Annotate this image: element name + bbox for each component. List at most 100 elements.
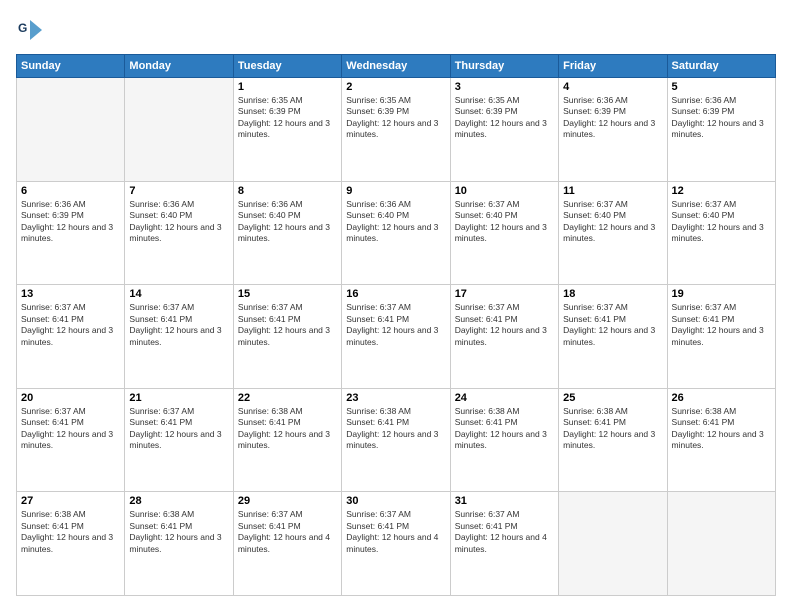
cell-info: Sunrise: 6:37 AMSunset: 6:41 PMDaylight:… xyxy=(563,302,662,348)
day-number: 6 xyxy=(21,185,120,197)
cell-info: Sunrise: 6:37 AMSunset: 6:41 PMDaylight:… xyxy=(346,302,445,348)
day-number: 18 xyxy=(563,288,662,300)
calendar-cell: 20 Sunrise: 6:37 AMSunset: 6:41 PMDayligh… xyxy=(17,388,125,492)
day-number: 10 xyxy=(455,185,554,197)
calendar-cell: 27 Sunrise: 6:38 AMSunset: 6:41 PMDayligh… xyxy=(17,492,125,596)
cell-info: Sunrise: 6:35 AMSunset: 6:39 PMDaylight:… xyxy=(346,95,445,141)
day-number: 16 xyxy=(346,288,445,300)
cell-info: Sunrise: 6:38 AMSunset: 6:41 PMDaylight:… xyxy=(21,509,120,555)
calendar-cell: 25 Sunrise: 6:38 AMSunset: 6:41 PMDayligh… xyxy=(559,388,667,492)
day-number: 23 xyxy=(346,392,445,404)
day-number: 25 xyxy=(563,392,662,404)
calendar-header-row: SundayMondayTuesdayWednesdayThursdayFrid… xyxy=(17,55,776,78)
column-header-wednesday: Wednesday xyxy=(342,55,450,78)
column-header-monday: Monday xyxy=(125,55,233,78)
calendar-cell xyxy=(559,492,667,596)
day-number: 26 xyxy=(672,392,771,404)
day-number: 4 xyxy=(563,81,662,93)
calendar-cell: 11 Sunrise: 6:37 AMSunset: 6:40 PMDayligh… xyxy=(559,181,667,285)
cell-info: Sunrise: 6:36 AMSunset: 6:40 PMDaylight:… xyxy=(346,199,445,245)
cell-info: Sunrise: 6:37 AMSunset: 6:41 PMDaylight:… xyxy=(129,406,228,452)
calendar-cell: 22 Sunrise: 6:38 AMSunset: 6:41 PMDayligh… xyxy=(233,388,341,492)
calendar-cell xyxy=(667,492,775,596)
day-number: 30 xyxy=(346,495,445,507)
cell-info: Sunrise: 6:38 AMSunset: 6:41 PMDaylight:… xyxy=(563,406,662,452)
day-number: 27 xyxy=(21,495,120,507)
day-number: 15 xyxy=(238,288,337,300)
cell-info: Sunrise: 6:37 AMSunset: 6:41 PMDaylight:… xyxy=(346,509,445,555)
cell-info: Sunrise: 6:37 AMSunset: 6:41 PMDaylight:… xyxy=(455,509,554,555)
day-number: 13 xyxy=(21,288,120,300)
calendar-cell: 24 Sunrise: 6:38 AMSunset: 6:41 PMDayligh… xyxy=(450,388,558,492)
calendar-cell: 31 Sunrise: 6:37 AMSunset: 6:41 PMDayligh… xyxy=(450,492,558,596)
cell-info: Sunrise: 6:37 AMSunset: 6:41 PMDaylight:… xyxy=(129,302,228,348)
svg-text:G: G xyxy=(18,21,27,35)
calendar-cell: 13 Sunrise: 6:37 AMSunset: 6:41 PMDayligh… xyxy=(17,285,125,389)
day-number: 7 xyxy=(129,185,228,197)
cell-info: Sunrise: 6:37 AMSunset: 6:41 PMDaylight:… xyxy=(672,302,771,348)
column-header-friday: Friday xyxy=(559,55,667,78)
calendar-cell: 18 Sunrise: 6:37 AMSunset: 6:41 PMDayligh… xyxy=(559,285,667,389)
logo-icon: G xyxy=(16,16,44,44)
calendar-cell: 17 Sunrise: 6:37 AMSunset: 6:41 PMDayligh… xyxy=(450,285,558,389)
calendar-week-1: 1 Sunrise: 6:35 AMSunset: 6:39 PMDaylight… xyxy=(17,78,776,182)
day-number: 17 xyxy=(455,288,554,300)
cell-info: Sunrise: 6:36 AMSunset: 6:39 PMDaylight:… xyxy=(672,95,771,141)
cell-info: Sunrise: 6:38 AMSunset: 6:41 PMDaylight:… xyxy=(672,406,771,452)
day-number: 5 xyxy=(672,81,771,93)
day-number: 8 xyxy=(238,185,337,197)
column-header-tuesday: Tuesday xyxy=(233,55,341,78)
day-number: 22 xyxy=(238,392,337,404)
column-header-sunday: Sunday xyxy=(17,55,125,78)
calendar-cell: 1Sunrise: 6:35 AMSunset: 6:39 PMDaylight… xyxy=(233,78,341,182)
cell-info: Sunrise: 6:37 AMSunset: 6:40 PMDaylight:… xyxy=(672,199,771,245)
day-number: 20 xyxy=(21,392,120,404)
calendar-week-2: 6Sunrise: 6:36 AMSunset: 6:39 PMDaylight… xyxy=(17,181,776,285)
day-number: 24 xyxy=(455,392,554,404)
cell-info: Sunrise: 6:37 AMSunset: 6:41 PMDaylight:… xyxy=(21,406,120,452)
calendar-cell: 16 Sunrise: 6:37 AMSunset: 6:41 PMDayligh… xyxy=(342,285,450,389)
column-header-thursday: Thursday xyxy=(450,55,558,78)
calendar-cell: 26 Sunrise: 6:38 AMSunset: 6:41 PMDayligh… xyxy=(667,388,775,492)
cell-info: Sunrise: 6:37 AMSunset: 6:41 PMDaylight:… xyxy=(238,509,337,555)
day-number: 31 xyxy=(455,495,554,507)
calendar-cell: 5 Sunrise: 6:36 AMSunset: 6:39 PMDaylight… xyxy=(667,78,775,182)
cell-info: Sunrise: 6:37 AMSunset: 6:41 PMDaylight:… xyxy=(455,302,554,348)
page: G SundayMondayTuesdayWednesdayThursdayFr… xyxy=(0,0,792,612)
calendar-cell: 4 Sunrise: 6:36 AMSunset: 6:39 PMDaylight… xyxy=(559,78,667,182)
calendar-cell: 21 Sunrise: 6:37 AMSunset: 6:41 PMDayligh… xyxy=(125,388,233,492)
day-number: 21 xyxy=(129,392,228,404)
calendar-cell: 14Sunrise: 6:37 AMSunset: 6:41 PMDayligh… xyxy=(125,285,233,389)
cell-info: Sunrise: 6:38 AMSunset: 6:41 PMDaylight:… xyxy=(455,406,554,452)
calendar-cell: 28 Sunrise: 6:38 AMSunset: 6:41 PMDayligh… xyxy=(125,492,233,596)
day-number: 3 xyxy=(455,81,554,93)
calendar-cell: 3 Sunrise: 6:35 AMSunset: 6:39 PMDaylight… xyxy=(450,78,558,182)
calendar-cell: 10 Sunrise: 6:37 AMSunset: 6:40 PMDayligh… xyxy=(450,181,558,285)
cell-info: Sunrise: 6:37 AMSunset: 6:41 PMDaylight:… xyxy=(238,302,337,348)
cell-info: Sunrise: 6:38 AMSunset: 6:41 PMDaylight:… xyxy=(346,406,445,452)
calendar-cell: 12Sunrise: 6:37 AMSunset: 6:40 PMDayligh… xyxy=(667,181,775,285)
column-header-saturday: Saturday xyxy=(667,55,775,78)
cell-info: Sunrise: 6:38 AMSunset: 6:41 PMDaylight:… xyxy=(238,406,337,452)
cell-info: Sunrise: 6:37 AMSunset: 6:40 PMDaylight:… xyxy=(455,199,554,245)
cell-info: Sunrise: 6:36 AMSunset: 6:39 PMDaylight:… xyxy=(563,95,662,141)
calendar-cell: 19 Sunrise: 6:37 AMSunset: 6:41 PMDayligh… xyxy=(667,285,775,389)
calendar-cell: 8 Sunrise: 6:36 AMSunset: 6:40 PMDaylight… xyxy=(233,181,341,285)
day-number: 2 xyxy=(346,81,445,93)
calendar-table: SundayMondayTuesdayWednesdayThursdayFrid… xyxy=(16,54,776,596)
calendar-week-4: 20 Sunrise: 6:37 AMSunset: 6:41 PMDayligh… xyxy=(17,388,776,492)
cell-info: Sunrise: 6:37 AMSunset: 6:40 PMDaylight:… xyxy=(563,199,662,245)
cell-info: Sunrise: 6:35 AMSunset: 6:39 PMDaylight:… xyxy=(455,95,554,141)
calendar-cell xyxy=(125,78,233,182)
day-number: 11 xyxy=(563,185,662,197)
calendar-cell: 2 Sunrise: 6:35 AMSunset: 6:39 PMDaylight… xyxy=(342,78,450,182)
day-number: 1 xyxy=(238,81,337,93)
calendar-week-3: 13 Sunrise: 6:37 AMSunset: 6:41 PMDayligh… xyxy=(17,285,776,389)
cell-info: Sunrise: 6:36 AMSunset: 6:40 PMDaylight:… xyxy=(238,199,337,245)
cell-info: Sunrise: 6:38 AMSunset: 6:41 PMDaylight:… xyxy=(129,509,228,555)
day-number: 19 xyxy=(672,288,771,300)
calendar-cell: 23 Sunrise: 6:38 AMSunset: 6:41 PMDayligh… xyxy=(342,388,450,492)
calendar-cell: 30 Sunrise: 6:37 AMSunset: 6:41 PMDayligh… xyxy=(342,492,450,596)
cell-info: Sunrise: 6:37 AMSunset: 6:41 PMDaylight:… xyxy=(21,302,120,348)
day-number: 28 xyxy=(129,495,228,507)
